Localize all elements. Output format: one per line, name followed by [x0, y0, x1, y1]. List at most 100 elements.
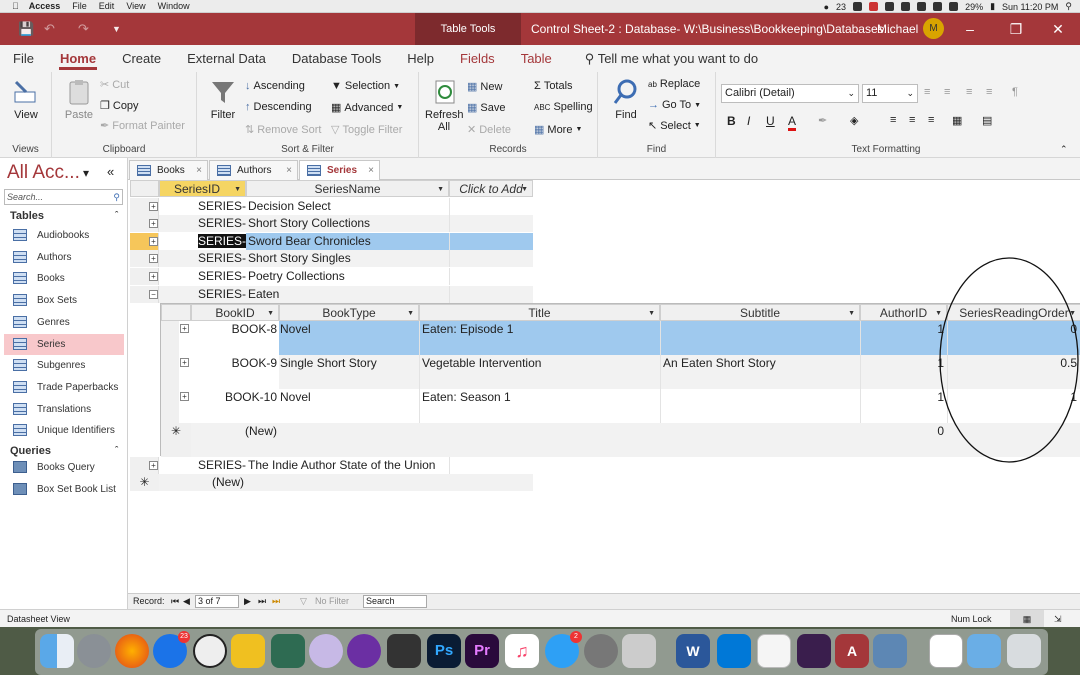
- menu-window[interactable]: Window: [158, 1, 190, 11]
- avatar[interactable]: M: [923, 18, 944, 39]
- datasheet-view-icon[interactable]: ▦: [1010, 610, 1044, 627]
- record-selector[interactable]: [161, 321, 179, 355]
- click-to-add-cell[interactable]: [449, 215, 533, 232]
- alternate-row-color-button[interactable]: ▤: [982, 114, 992, 127]
- undo-icon[interactable]: ↶: [44, 21, 55, 37]
- remove-sort-button[interactable]: ⇅ Remove Sort: [245, 123, 321, 137]
- goto-button[interactable]: → Go To ▼: [648, 99, 701, 111]
- totals-button[interactable]: Σ Totals: [534, 80, 573, 92]
- close-icon[interactable]: ×: [196, 161, 202, 180]
- sync-icon[interactable]: [901, 2, 911, 11]
- series-name-cell[interactable]: Sword Bear Chronicles: [246, 233, 449, 250]
- table-row[interactable]: + SERIES-1Decision Select: [130, 198, 533, 215]
- previous-record-icon[interactable]: ◀: [183, 594, 190, 609]
- nav-table-subgenres[interactable]: Subgenres: [4, 355, 124, 376]
- nav-query-box-set-book-list[interactable]: Box Set Book List: [4, 479, 124, 500]
- filter-button[interactable]: Filter: [205, 78, 241, 121]
- record-selector[interactable]: [161, 355, 179, 389]
- format-painter-button[interactable]: ✒ Format Painter: [100, 119, 185, 133]
- nav-table-books[interactable]: Books: [4, 268, 124, 289]
- script-editor-icon[interactable]: [622, 634, 656, 668]
- new-record-cell[interactable]: (New): [159, 474, 533, 491]
- book-type-cell[interactable]: Novel: [279, 321, 419, 355]
- book-title-cell[interactable]: Eaten: Season 1: [419, 389, 660, 423]
- book-type-cell[interactable]: Novel: [279, 389, 419, 423]
- messages-icon[interactable]: 2: [545, 631, 582, 668]
- tell-me-box[interactable]: ⚲ Tell me what you want to do: [565, 45, 771, 72]
- affinity-icon[interactable]: [797, 634, 831, 668]
- launchpad-icon[interactable]: [77, 634, 111, 668]
- tab-database-tools[interactable]: Database Tools: [279, 45, 394, 72]
- user-name[interactable]: Michael: [877, 13, 918, 45]
- nav-table-series[interactable]: Series: [4, 333, 124, 355]
- new-blank-record-icon[interactable]: ⏭: [272, 594, 280, 609]
- font-size-select[interactable]: 11 ⌄: [862, 84, 918, 103]
- expand-icon[interactable]: +: [149, 219, 158, 228]
- clock[interactable]: Sun 11:20 PM: [1002, 2, 1058, 12]
- book-title-cell[interactable]: Eaten: Episode 1: [419, 321, 660, 355]
- fill-color-button[interactable]: ◈: [850, 114, 858, 127]
- book-subtitle-cell[interactable]: [660, 389, 860, 423]
- wifi-icon[interactable]: [933, 2, 943, 11]
- record-search-input[interactable]: Search: [363, 595, 427, 608]
- record-selector[interactable]: [161, 389, 179, 423]
- tab-external-data[interactable]: External Data: [174, 45, 279, 72]
- expand-icon[interactable]: +: [149, 254, 158, 263]
- table-row[interactable]: + SERIES-4Short Story Singles: [130, 250, 533, 267]
- expand-icon[interactable]: +: [149, 461, 158, 470]
- pdf-icon[interactable]: [929, 634, 963, 668]
- series-id-cell[interactable]: SERIES-1: [159, 198, 246, 215]
- nav-table-genres[interactable]: Genres: [4, 312, 124, 333]
- new-record-cells[interactable]: [279, 423, 860, 457]
- close-button[interactable]: ✕: [1038, 13, 1078, 45]
- book-id-cell[interactable]: BOOK-9: [191, 355, 279, 389]
- find-button[interactable]: Find: [608, 78, 644, 121]
- tables-section-header[interactable]: Tables ˆ: [10, 210, 118, 222]
- expand-icon[interactable]: +: [180, 392, 189, 401]
- notes-icon[interactable]: [757, 634, 791, 668]
- tab-home[interactable]: Home: [47, 45, 109, 72]
- windows-icon[interactable]: [717, 634, 751, 668]
- audio-app-icon[interactable]: [347, 634, 381, 668]
- tab-fields[interactable]: Fields: [447, 45, 508, 72]
- tab-create[interactable]: Create: [109, 45, 174, 72]
- expand-icon[interactable]: +: [149, 272, 158, 281]
- preview-icon[interactable]: [873, 634, 907, 668]
- scrivener-icon[interactable]: [193, 634, 227, 668]
- dropbox-icon[interactable]: [853, 2, 863, 11]
- volume-icon[interactable]: [949, 2, 959, 11]
- search-icon[interactable]: ⚲: [1065, 1, 1072, 12]
- column-header-authorid[interactable]: AuthorID ▼: [860, 304, 947, 321]
- author-id-cell[interactable]: 1: [860, 355, 947, 389]
- media-app-icon[interactable]: [387, 634, 421, 668]
- author-id-cell[interactable]: 1: [860, 321, 947, 355]
- word-icon[interactable]: W: [676, 634, 710, 668]
- current-record-input[interactable]: 3 of 7: [195, 595, 239, 608]
- collapse-icon[interactable]: −: [149, 290, 158, 299]
- numbering-button[interactable]: ≡: [944, 86, 950, 98]
- book-id-cell[interactable]: BOOK-8: [191, 321, 279, 355]
- sub-select-all-corner[interactable]: [161, 304, 191, 321]
- ibooks-author-icon[interactable]: [271, 634, 305, 668]
- tab-authors[interactable]: Authors ×: [209, 160, 298, 180]
- ascending-button[interactable]: ↓ Ascending: [245, 80, 305, 92]
- shutter-bar-icon[interactable]: «: [107, 164, 114, 179]
- minimize-button[interactable]: –: [950, 13, 990, 45]
- firefox-icon[interactable]: [115, 634, 149, 668]
- photoshop-icon[interactable]: Ps: [427, 634, 461, 668]
- align-left-button[interactable]: ≡: [890, 114, 896, 126]
- system-preferences-icon[interactable]: [584, 634, 618, 668]
- save-icon[interactable]: 💾: [18, 21, 34, 37]
- paragraph-direction-button[interactable]: ¶: [1012, 86, 1018, 98]
- redo-icon[interactable]: ↷: [78, 21, 89, 37]
- nav-search-input[interactable]: Search... ⚲: [4, 189, 123, 205]
- more-button[interactable]: ▦ More ▼: [534, 123, 582, 137]
- bullets-button[interactable]: ≡: [924, 86, 930, 98]
- menu-view[interactable]: View: [126, 1, 145, 11]
- series-name-cell[interactable]: Short Story Collections: [246, 215, 449, 232]
- select-button[interactable]: ↖ Select ▼: [648, 119, 701, 133]
- access-icon[interactable]: A: [835, 634, 869, 668]
- finder-icon[interactable]: [40, 634, 74, 668]
- next-record-icon[interactable]: ▶: [244, 594, 251, 609]
- align-button[interactable]: ≡: [966, 86, 972, 98]
